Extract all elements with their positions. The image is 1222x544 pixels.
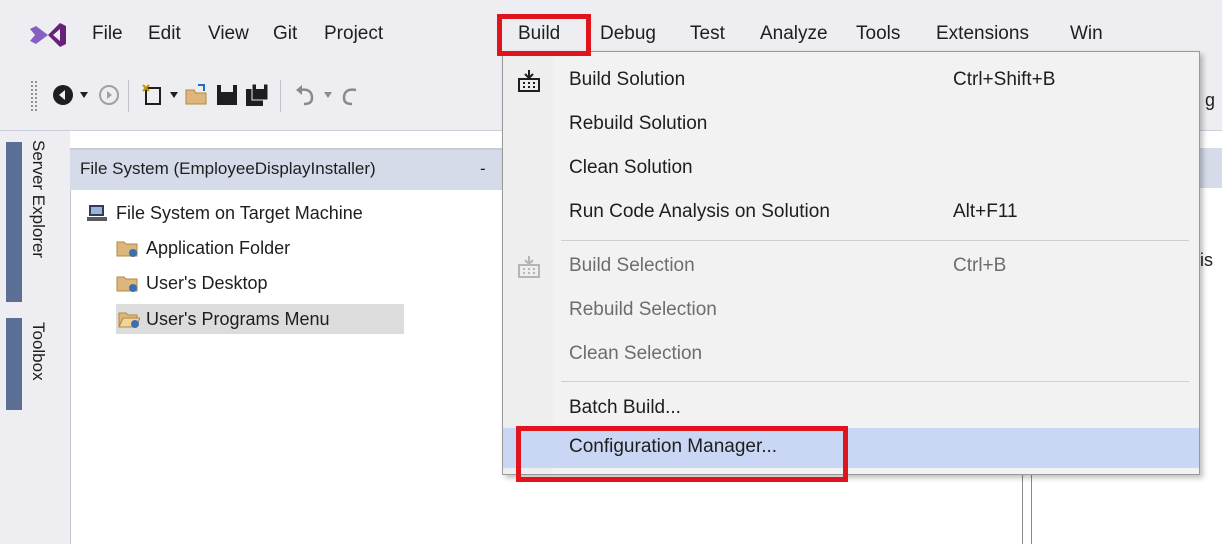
undo-icon[interactable]	[292, 82, 318, 108]
menu-item-batch-build[interactable]: Batch Build...	[503, 388, 1199, 430]
tree-node-users-desktop[interactable]: User's Desktop	[116, 268, 416, 298]
document-tab-suffix: -	[480, 159, 486, 178]
build-icon	[518, 70, 540, 92]
build-menu-dropdown: Build Solution Ctrl+Shift+B Rebuild Solu…	[502, 51, 1200, 475]
server-explorer-tab[interactable]: Server Explorer	[28, 140, 48, 258]
menu-separator	[561, 381, 1189, 382]
menu-test[interactable]: Test	[690, 20, 725, 48]
menu-item-label: Build Selection	[569, 255, 695, 276]
open-folder-icon	[118, 312, 140, 328]
menu-item-run-code-analysis[interactable]: Run Code Analysis on Solution Alt+F11	[503, 192, 1199, 234]
menu-debug[interactable]: Debug	[600, 20, 656, 48]
document-tab-title: File System (EmployeeDisplayInstaller)	[80, 159, 376, 178]
menu-file[interactable]: File	[92, 20, 123, 48]
menu-item-label: Clean Selection	[569, 343, 703, 364]
menu-item-shortcut: Alt+F11	[953, 201, 1018, 222]
back-navigate-icon[interactable]	[50, 82, 76, 108]
folder-icon	[116, 241, 138, 257]
menu-item-label: Run Code Analysis on Solution	[569, 201, 830, 222]
chevron-down-icon[interactable]	[324, 92, 332, 98]
right-panel-header	[1200, 148, 1222, 188]
tree-node-users-programs-menu[interactable]: User's Programs Menu	[116, 304, 404, 334]
menu-item-clean-selection[interactable]: Clean Selection	[503, 334, 1199, 376]
toolbar-separator	[128, 80, 129, 112]
menu-item-label: Build Solution	[569, 69, 686, 90]
menu-edit[interactable]: Edit	[148, 20, 181, 48]
document-tab[interactable]: File System (EmployeeDisplayInstaller) -	[70, 148, 510, 190]
open-file-icon[interactable]	[184, 82, 210, 108]
right-pane-clipped-text: is	[1200, 250, 1213, 270]
toolbox-tab-indicator[interactable]	[6, 318, 22, 410]
chevron-down-icon[interactable]	[80, 92, 88, 98]
redo-icon[interactable]	[338, 82, 364, 108]
save-icon[interactable]	[214, 82, 240, 108]
visual-studio-logo-icon	[30, 23, 66, 47]
menu-item-label: Clean Solution	[569, 157, 693, 178]
menu-item-clean-solution[interactable]: Clean Solution	[503, 148, 1199, 190]
server-explorer-tab-indicator[interactable]	[6, 142, 22, 302]
menu-separator	[561, 240, 1189, 241]
tree-node-root[interactable]: File System on Target Machine	[86, 198, 466, 228]
toolbar-grip[interactable]	[30, 80, 38, 112]
menu-item-build-solution[interactable]: Build Solution Ctrl+Shift+B	[503, 60, 1199, 102]
menu-tools[interactable]: Tools	[856, 20, 900, 48]
toolbar-separator	[280, 80, 281, 112]
menu-item-rebuild-solution[interactable]: Rebuild Solution	[503, 104, 1199, 146]
menu-item-build-selection[interactable]: Build Selection Ctrl+B	[503, 246, 1199, 288]
tree-node-application-folder[interactable]: Application Folder	[116, 233, 416, 263]
computer-icon	[87, 205, 107, 221]
menu-item-shortcut: Ctrl+Shift+B	[953, 69, 1056, 90]
menu-item-rebuild-selection[interactable]: Rebuild Selection	[503, 290, 1199, 332]
menu-item-label: Rebuild Selection	[569, 299, 717, 320]
tree-node-label: User's Desktop	[146, 273, 268, 293]
forward-navigate-icon[interactable]	[96, 82, 122, 108]
tree-node-label: Application Folder	[146, 238, 291, 258]
toolbox-tab[interactable]: Toolbox	[28, 322, 48, 381]
toolbar-clipped-text: g	[1205, 90, 1216, 110]
chevron-down-icon[interactable]	[170, 92, 178, 98]
tree-node-label: User's Programs Menu	[146, 309, 330, 329]
build-menu-highlight-box	[497, 14, 591, 56]
build-icon	[518, 256, 540, 278]
save-all-icon[interactable]	[244, 82, 270, 108]
menu-view[interactable]: View	[208, 20, 249, 48]
tree-node-label: File System on Target Machine	[116, 203, 363, 223]
configuration-manager-highlight-box	[516, 426, 848, 482]
menu-git[interactable]: Git	[273, 20, 297, 48]
menu-analyze[interactable]: Analyze	[760, 20, 828, 48]
menu-item-label: Rebuild Solution	[569, 113, 708, 134]
menu-project[interactable]: Project	[324, 20, 383, 48]
menu-extensions[interactable]: Extensions	[936, 20, 1029, 48]
menu-window[interactable]: Win	[1070, 20, 1103, 48]
menu-item-label: Batch Build...	[569, 397, 681, 418]
folder-icon	[116, 276, 138, 292]
new-project-icon[interactable]	[140, 82, 166, 108]
menu-item-shortcut: Ctrl+B	[953, 255, 1007, 276]
